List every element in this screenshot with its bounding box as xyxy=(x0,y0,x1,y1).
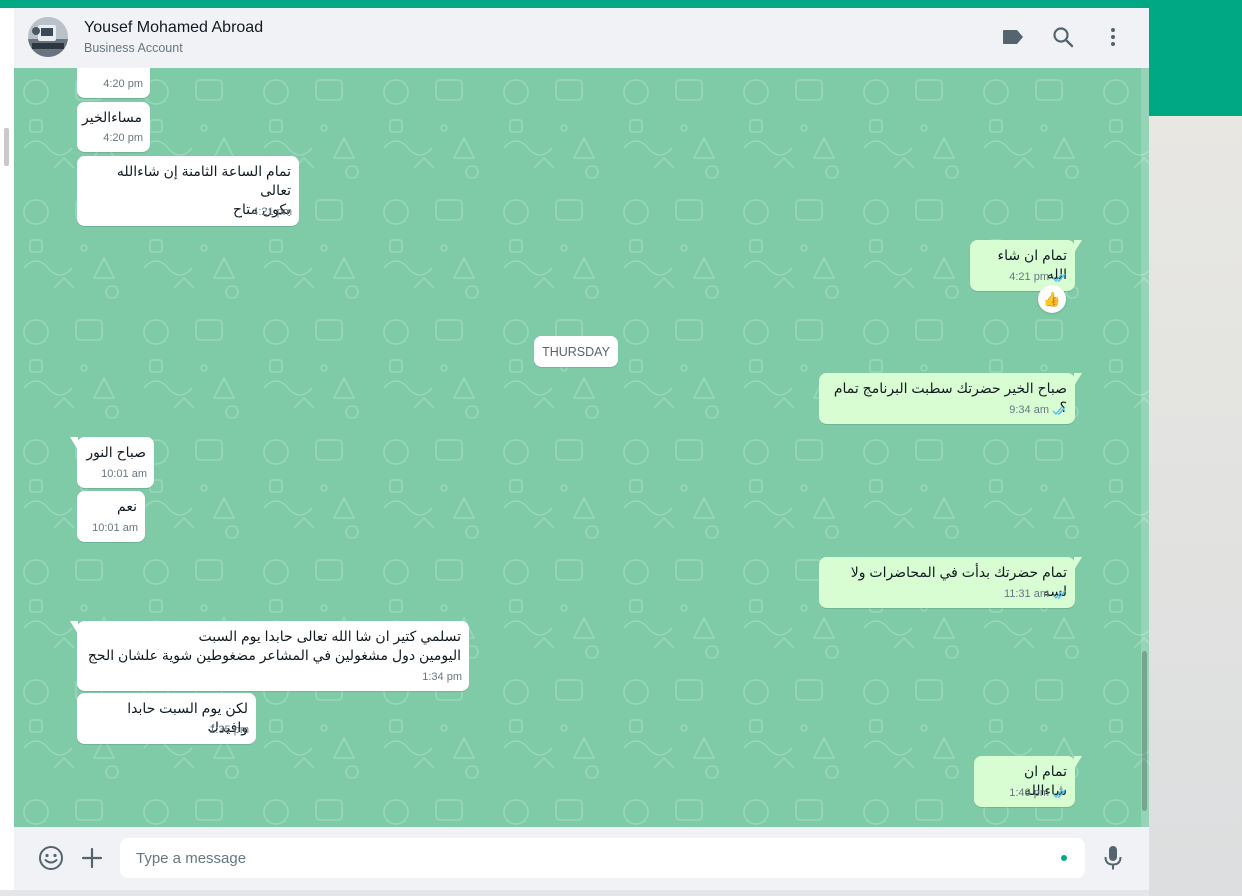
message-status: 1:46 pm xyxy=(1009,784,1068,803)
chat-header[interactable]: Yousef Mohamed Abroad Business Account xyxy=(14,8,1149,69)
attach-plus-icon[interactable] xyxy=(78,844,106,872)
message-status: 4:21 pm xyxy=(1009,268,1068,287)
message-time: 10:01 am xyxy=(101,468,147,480)
message-time: 10:01 am xyxy=(92,522,138,534)
bubble-tail xyxy=(1074,240,1082,253)
double-check-read-icon xyxy=(1052,273,1066,283)
chat-scrollbar-thumb[interactable] xyxy=(1142,651,1147,811)
message-bubble-outgoing[interactable]: تمام حضرتك بدأت في المحاضرات ولا لسه 11:… xyxy=(819,557,1082,608)
double-check-read-icon xyxy=(1052,406,1066,416)
message-bubble-incoming[interactable]: تسلمي كتير ان شا الله تعالى حابدا يوم ال… xyxy=(70,621,469,691)
conversation-panel: Yousef Mohamed Abroad Business Account 4… xyxy=(14,8,1149,890)
message-bubble-outgoing[interactable]: تمام ان شاءالله 1:46 pm xyxy=(974,756,1082,807)
message-time: 4:20 pm xyxy=(103,78,143,90)
message-bubble-incoming[interactable]: لكن يوم السبت حابدا وافيدك 1:35 pm xyxy=(77,693,256,744)
message-bubble-incoming[interactable]: صباح النور 10:01 am xyxy=(70,437,154,488)
message-list[interactable]: 4:20 pm مساءالخير 4:20 pm تمام الساعة ال… xyxy=(14,68,1149,827)
menu-icon[interactable] xyxy=(1100,24,1126,50)
message-text: تسلمي كتير ان شا الله تعالى حابدا يوم ال… xyxy=(87,628,461,663)
message-text: نعم xyxy=(117,498,137,514)
left-scrollbar-thumb[interactable] xyxy=(4,128,9,166)
message-status: 9:34 am xyxy=(1009,401,1068,420)
message-status: 11:31 am xyxy=(1004,585,1068,604)
message-time: 11:31 am xyxy=(1003,588,1049,600)
message-bubble-incoming[interactable]: مساءالخير 4:20 pm xyxy=(77,102,150,152)
emoji-icon[interactable] xyxy=(37,844,65,872)
message-bubble-incoming[interactable]: 4:20 pm xyxy=(77,68,150,98)
avatar[interactable] xyxy=(28,17,68,57)
composer xyxy=(14,827,1149,890)
message-time: 4:20 pm xyxy=(103,132,143,144)
bubble-tail xyxy=(70,621,78,634)
message-time: 4:21 pm xyxy=(1009,271,1049,283)
double-check-read-icon xyxy=(1052,590,1066,600)
message-time: 1:46 pm xyxy=(1009,787,1049,799)
message-bubble-outgoing[interactable]: تمام ان شاء الله 4:21 pm xyxy=(970,240,1082,291)
left-side-panel-edge xyxy=(0,8,15,890)
double-check-read-icon xyxy=(1052,789,1066,799)
message-text: مساءالخير xyxy=(82,109,142,125)
message-time: 1:35 pm xyxy=(209,724,249,736)
bubble-tail xyxy=(1074,557,1082,570)
contact-subtitle: Business Account xyxy=(84,41,183,55)
bubble-tail xyxy=(1074,373,1082,386)
microphone-icon[interactable] xyxy=(1099,844,1127,872)
message-time: 4:21 pm xyxy=(252,206,292,218)
message-input[interactable] xyxy=(120,838,1085,878)
message-text: صباح النور xyxy=(86,444,146,460)
reaction-badge[interactable]: 👍 xyxy=(1038,285,1066,313)
contact-name[interactable]: Yousef Mohamed Abroad xyxy=(84,19,263,37)
message-time: 1:34 pm xyxy=(422,671,462,683)
message-bubble-incoming[interactable]: تمام الساعة الثامنة إن شاءالله تعالى بكو… xyxy=(77,156,299,226)
status-dot xyxy=(1061,855,1067,861)
message-time: 9:34 am xyxy=(1009,404,1049,416)
chat-scrollbar[interactable] xyxy=(1141,68,1149,827)
date-separator: THURSDAY xyxy=(534,336,618,367)
bubble-tail xyxy=(1074,756,1082,769)
search-icon[interactable] xyxy=(1050,24,1076,50)
background-panel xyxy=(1149,116,1242,896)
label-icon[interactable] xyxy=(1000,24,1026,50)
avatar-photo-icon xyxy=(28,17,68,57)
message-bubble-incoming[interactable]: نعم 10:01 am xyxy=(77,491,145,542)
bubble-tail xyxy=(70,437,78,450)
message-bubble-outgoing[interactable]: صباح الخير حضرتك سطبت البرنامج تمام ؟ 9:… xyxy=(819,373,1082,424)
